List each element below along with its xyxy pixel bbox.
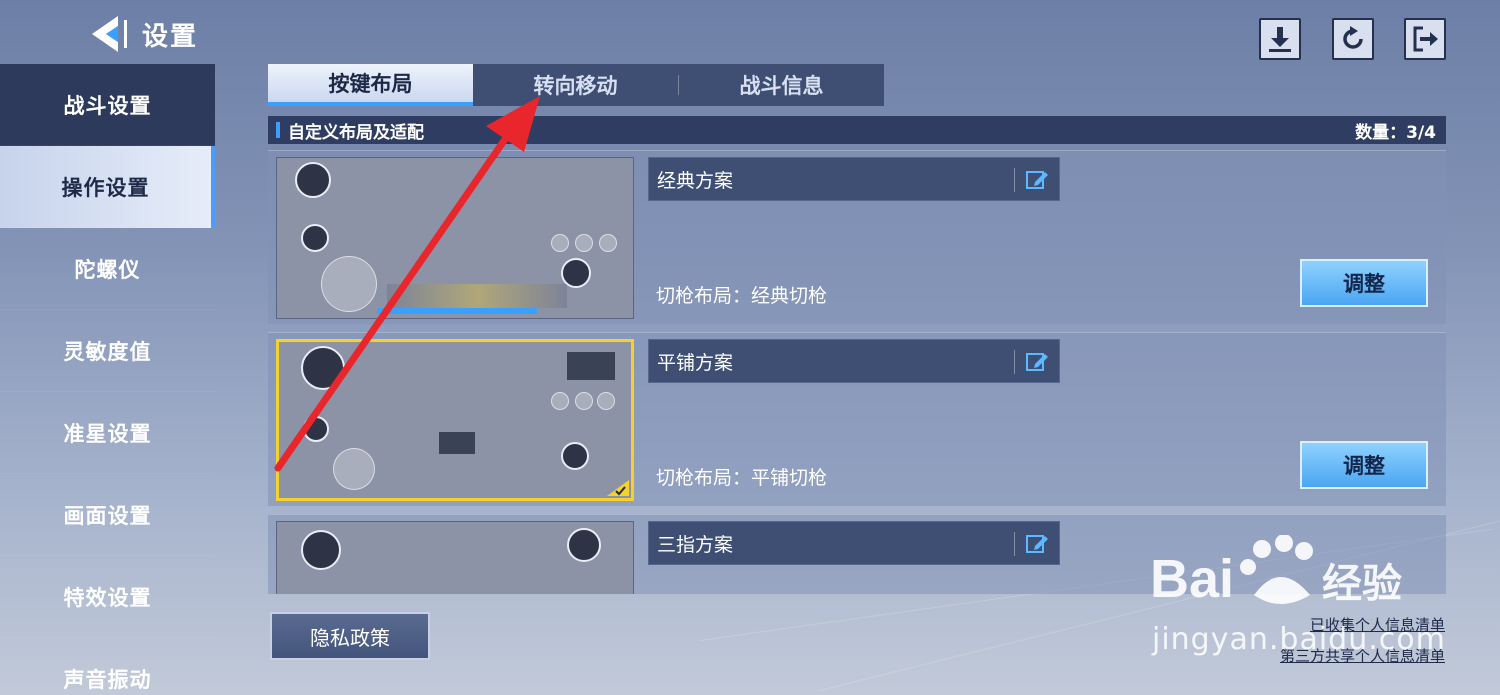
action-icon (551, 234, 569, 252)
weapon-preview (567, 352, 615, 380)
refresh-icon (1343, 26, 1363, 49)
name-divider (1014, 532, 1015, 556)
watermark-url: jingyan.baidu.com (1152, 622, 1446, 657)
sidebar-item-label: 陀螺仪 (74, 257, 141, 282)
layout-name: 经典方案 (657, 169, 734, 192)
back-arrow-icon[interactable] (88, 14, 132, 54)
weapon-slot-bar (387, 284, 567, 308)
fire-button-icon (561, 442, 589, 470)
layout-name: 平铺方案 (657, 351, 734, 374)
action-icon (597, 392, 615, 410)
checkmark-icon (607, 480, 629, 496)
sidebar-item-crosshair[interactable]: 准星设置 (0, 392, 215, 474)
sidebar-item-graphics[interactable]: 画面设置 (0, 474, 215, 556)
layout-name-field[interactable]: 三指方案 (648, 521, 1060, 565)
minimap-icon (301, 346, 345, 390)
tab-bar: 按键布局 转向移动 战斗信息 (268, 64, 884, 106)
sidebar-item-sound[interactable]: 声音振动 (0, 638, 215, 695)
adjust-button[interactable]: 调整 (1300, 441, 1428, 489)
edit-icon[interactable] (1025, 350, 1049, 374)
action-icon (575, 234, 593, 252)
fire-button-icon (301, 530, 341, 570)
layout-preview-thumbnail[interactable] (276, 157, 634, 319)
section-header: 自定义布局及适配 数量：3/4 (268, 116, 1446, 144)
fire-button-icon (301, 224, 329, 252)
sidebar-item-combat[interactable]: 战斗设置 (0, 64, 215, 146)
fire-button-icon (303, 416, 329, 442)
svg-text:经验: 经验 (1322, 561, 1402, 607)
layout-card-classic: 经典方案 切枪布局：经典切枪 调整 (268, 150, 1446, 324)
edit-icon[interactable] (1025, 168, 1049, 192)
action-icon (599, 234, 617, 252)
page-title: 设置 (142, 22, 199, 52)
name-divider (1014, 168, 1015, 192)
layout-count: 数量：3/4 (1355, 122, 1436, 143)
tab-turn-move[interactable]: 转向移动 (473, 64, 678, 106)
layout-preview-thumbnail[interactable] (276, 339, 634, 501)
sidebar-item-label: 画面设置 (63, 503, 152, 528)
sidebar: 战斗设置 操作设置 陀螺仪 灵敏度值 准星设置 画面设置 特效设置 声音振动 (0, 64, 215, 695)
switch-layout-label: 切枪布局：平铺切枪 (656, 467, 828, 489)
sidebar-item-label: 声音振动 (63, 667, 152, 692)
sidebar-item-label: 准星设置 (63, 421, 152, 446)
tab-label: 转向移动 (533, 74, 618, 98)
privacy-policy-button[interactable]: 隐私政策 (270, 612, 430, 660)
joystick-icon (333, 448, 375, 490)
edit-icon[interactable] (1025, 532, 1049, 556)
layout-card-tiled: 平铺方案 切枪布局：平铺切枪 调整 (268, 332, 1446, 506)
adjust-button[interactable]: 调整 (1300, 259, 1428, 307)
joystick-icon (321, 256, 377, 312)
download-button[interactable] (1259, 18, 1301, 60)
exit-icon (1413, 26, 1438, 52)
download-icon (1269, 27, 1291, 52)
baidu-watermark: Bai 经验 (1150, 534, 1420, 629)
baidu-paw-logo: Bai 经验 (1150, 534, 1402, 609)
health-bar (377, 308, 537, 314)
sidebar-item-gyroscope[interactable]: 陀螺仪 (0, 228, 215, 310)
sidebar-item-controls[interactable]: 操作设置 (0, 146, 215, 228)
switch-layout-label: 切枪布局：经典切枪 (656, 285, 828, 307)
minimap-icon (567, 528, 601, 562)
reset-button[interactable] (1332, 18, 1374, 60)
sidebar-item-label: 灵敏度值 (63, 339, 152, 364)
tab-combat-info[interactable]: 战斗信息 (679, 64, 884, 106)
tab-label: 按键布局 (328, 72, 413, 96)
weapon-preview (439, 432, 475, 454)
action-icon (551, 392, 569, 410)
sidebar-item-label: 战斗设置 (63, 93, 152, 118)
layout-name-field[interactable]: 平铺方案 (648, 339, 1060, 383)
svg-text:Bai: Bai (1150, 549, 1234, 609)
tab-key-layout[interactable]: 按键布局 (268, 64, 473, 106)
action-icon (575, 392, 593, 410)
sidebar-item-label: 特效设置 (63, 585, 152, 610)
sidebar-item-sensitivity[interactable]: 灵敏度值 (0, 310, 215, 392)
sidebar-item-effects[interactable]: 特效设置 (0, 556, 215, 638)
section-title: 自定义布局及适配 (288, 122, 424, 143)
minimap-icon (295, 162, 331, 198)
exit-button[interactable] (1404, 18, 1446, 60)
name-divider (1014, 350, 1015, 374)
tab-label: 战斗信息 (739, 74, 824, 98)
layout-preview-thumbnail[interactable] (276, 521, 634, 594)
layout-name-field[interactable]: 经典方案 (648, 157, 1060, 201)
sidebar-item-label: 操作设置 (61, 175, 150, 200)
layout-name: 三指方案 (657, 533, 734, 556)
